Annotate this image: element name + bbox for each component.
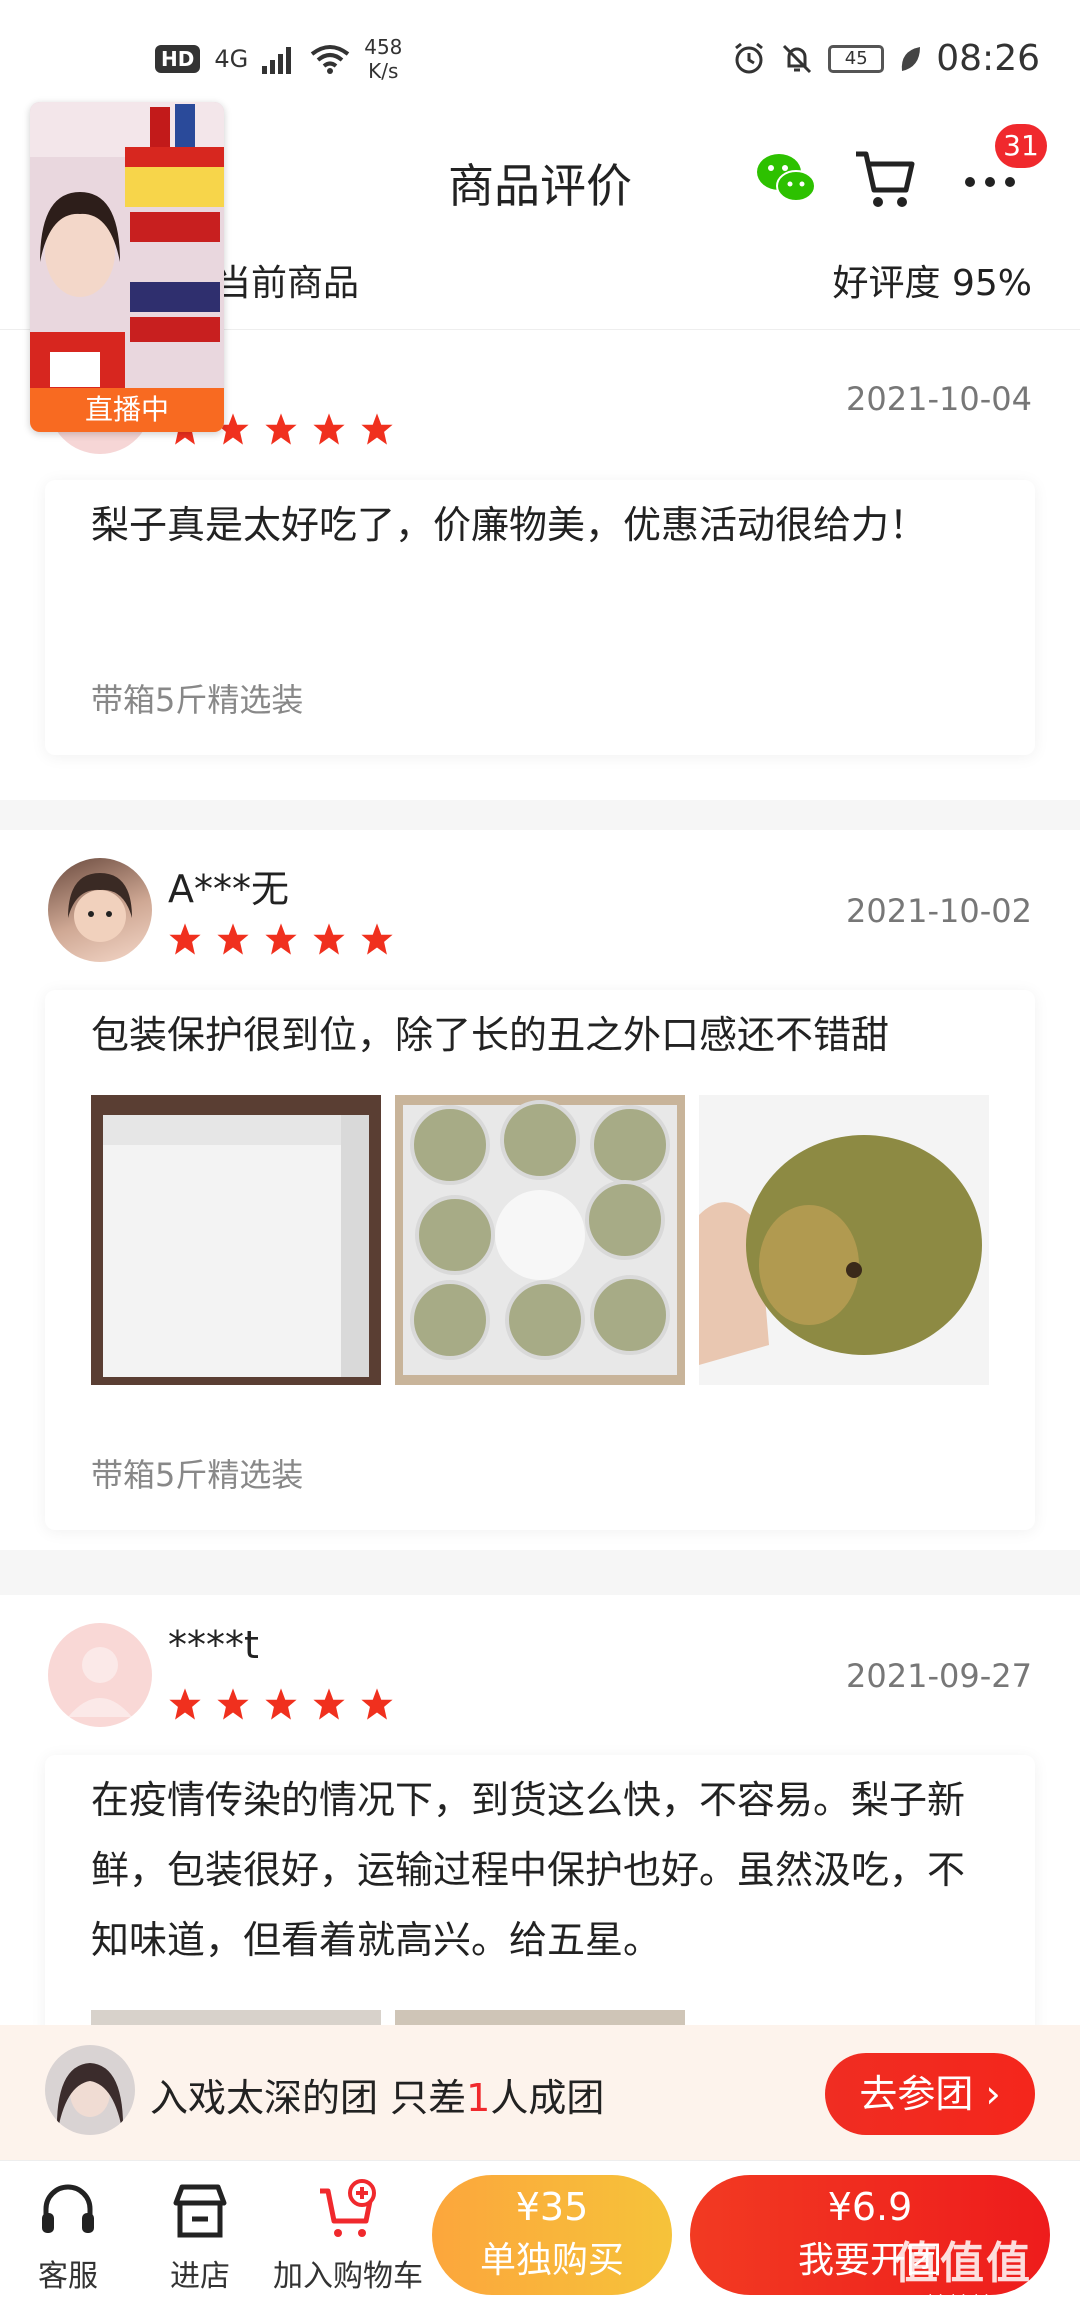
review-photo[interactable] bbox=[395, 1095, 685, 1385]
rating-summary: 好评度 95% bbox=[832, 263, 1032, 304]
group-bar: 入戏太深的团 只差1人成团 去参团 › bbox=[0, 2025, 1080, 2160]
group-suffix: 人成团 bbox=[490, 2076, 605, 2120]
star-icon bbox=[361, 923, 393, 955]
review-username: A***无 bbox=[168, 867, 289, 911]
live-stream-image bbox=[30, 102, 224, 432]
star-icon bbox=[217, 1688, 249, 1720]
review-item: ****t 2021-09-27 在疫情传染的情况下，到货这么快，不容易。梨子新… bbox=[0, 1595, 1080, 2070]
current-product-link[interactable]: 当前商品 bbox=[215, 254, 359, 306]
add-to-cart-button[interactable]: 加入购物车 bbox=[268, 2179, 428, 2295]
group-name: 入戏太深的团 bbox=[150, 2076, 379, 2120]
leaf-icon bbox=[902, 46, 921, 71]
pears-box-image bbox=[395, 1095, 685, 1385]
avatar-girl-image bbox=[68, 873, 132, 942]
review-card: 在疫情传染的情况下，到货这么快，不容易。梨子新鲜，包装很好，运输过程中保护也好。… bbox=[45, 1755, 1035, 2070]
star-icon bbox=[313, 413, 345, 445]
cart-icon[interactable] bbox=[850, 144, 920, 214]
add-cart-label: 加入购物车 bbox=[273, 2259, 423, 2294]
status-bar: HD 4G 458 K/s 45 08:26 bbox=[0, 0, 1080, 110]
group-avatar-image bbox=[45, 2045, 135, 2135]
review-spec: 带箱5斤精选装 bbox=[91, 681, 304, 719]
group-avatar bbox=[45, 2045, 135, 2135]
group-text: 入戏太深的团 只差1人成团 bbox=[150, 2067, 604, 2122]
join-group-button[interactable]: 去参团 › bbox=[825, 2053, 1035, 2135]
customer-service-button[interactable]: 客服 bbox=[28, 2179, 108, 2295]
service-label: 客服 bbox=[38, 2259, 98, 2294]
review-username: ****t bbox=[168, 1623, 259, 1667]
review-photo[interactable] bbox=[91, 1095, 381, 1385]
review-content: 在疫情传染的情况下，到货这么快，不容易。梨子新鲜，包装很好，运输过程中保护也好。… bbox=[91, 1778, 966, 1962]
wechat-icon[interactable] bbox=[752, 144, 822, 214]
headset-icon bbox=[42, 2184, 94, 2233]
review-spec: 带箱5斤精选装 bbox=[91, 1456, 304, 1494]
join-group-label: 去参团 bbox=[859, 2072, 974, 2116]
alarm-icon bbox=[735, 42, 764, 73]
avatar bbox=[48, 1623, 152, 1727]
store-button[interactable]: 进店 bbox=[160, 2179, 240, 2295]
star-rating bbox=[168, 922, 394, 956]
review-card: 包装保护很到位，除了长的丑之外口感还不错甜 带箱5斤精选装 bbox=[45, 990, 1035, 1530]
mute-bell-icon bbox=[783, 44, 812, 73]
avatar bbox=[48, 858, 152, 962]
alone-price: ¥35 bbox=[515, 2185, 589, 2229]
speed-value: 458 bbox=[364, 35, 403, 59]
live-label: 直播中 bbox=[30, 388, 224, 432]
group-price: ¥6.9 bbox=[827, 2185, 913, 2229]
review-content: 梨子真是太好吃了，价廉物美，优惠活动很给力！ bbox=[91, 503, 928, 547]
star-icon bbox=[265, 413, 297, 445]
star-icon bbox=[361, 1688, 393, 1720]
live-stream-thumbnail[interactable]: 直播中 bbox=[30, 102, 224, 432]
review-date: 2021-10-04 bbox=[846, 380, 1032, 418]
start-group-button[interactable]: ¥6.9 我要开团 值值值 zhizhizhi.com bbox=[690, 2175, 1050, 2310]
pear-hand-image bbox=[699, 1095, 989, 1385]
buy-alone-button[interactable]: ¥35 单独购买 bbox=[432, 2175, 672, 2295]
bottom-bar: 客服 进店 加入购物车 ¥35 单独购买 ¥6.9 我要开团 值值值 zhizh… bbox=[0, 2160, 1080, 2310]
star-icon bbox=[361, 413, 393, 445]
status-left: HD 4G 458 K/s bbox=[155, 35, 402, 83]
review-photo[interactable] bbox=[699, 1095, 989, 1385]
watermark-logo: 值值值 bbox=[894, 2238, 1032, 2289]
speed-unit: K/s bbox=[368, 59, 399, 83]
group-needed-count: 1 bbox=[466, 2076, 491, 2120]
default-avatar-icon bbox=[68, 1647, 132, 1717]
battery-indicator: 45 bbox=[828, 44, 885, 73]
watermark-domain: zhizhizhi.com bbox=[919, 2291, 1028, 2310]
network-speed: 458 K/s bbox=[364, 35, 402, 83]
network-indicator: 4G bbox=[214, 45, 249, 73]
review-date: 2021-10-02 bbox=[846, 892, 1032, 930]
star-rating bbox=[168, 1687, 394, 1721]
clock: 08:26 bbox=[936, 38, 1040, 79]
status-right: 45 08:26 bbox=[732, 38, 1040, 79]
review-content: 包装保护很到位，除了长的丑之外口感还不错甜 bbox=[91, 1013, 890, 1057]
review-date: 2021-09-27 bbox=[846, 1657, 1032, 1695]
review-item: A***无 2021-10-02 包装保护很到位，除了长的丑之外口感还不错甜 带… bbox=[0, 830, 1080, 1550]
chevron-right-icon: › bbox=[985, 2072, 1001, 2116]
review-card: 梨子真是太好吃了，价廉物美，优惠活动很给力！ 带箱5斤精选装 bbox=[45, 480, 1035, 755]
star-icon bbox=[313, 1688, 345, 1720]
foam-box-image bbox=[91, 1095, 381, 1385]
add-cart-icon bbox=[320, 2179, 376, 2237]
signal-icon bbox=[262, 47, 292, 74]
wifi-icon bbox=[310, 45, 350, 74]
star-icon bbox=[265, 1688, 297, 1720]
alone-label: 单独购买 bbox=[479, 2240, 624, 2281]
group-prefix: 只差 bbox=[390, 2076, 467, 2120]
star-icon bbox=[169, 923, 201, 955]
star-icon bbox=[169, 1688, 201, 1720]
hd-indicator: HD bbox=[155, 45, 201, 73]
store-icon bbox=[173, 2184, 227, 2238]
star-icon bbox=[217, 923, 249, 955]
store-label: 进店 bbox=[170, 2259, 230, 2294]
notification-badge: 31 bbox=[995, 124, 1047, 168]
star-icon bbox=[313, 923, 345, 955]
star-icon bbox=[265, 923, 297, 955]
